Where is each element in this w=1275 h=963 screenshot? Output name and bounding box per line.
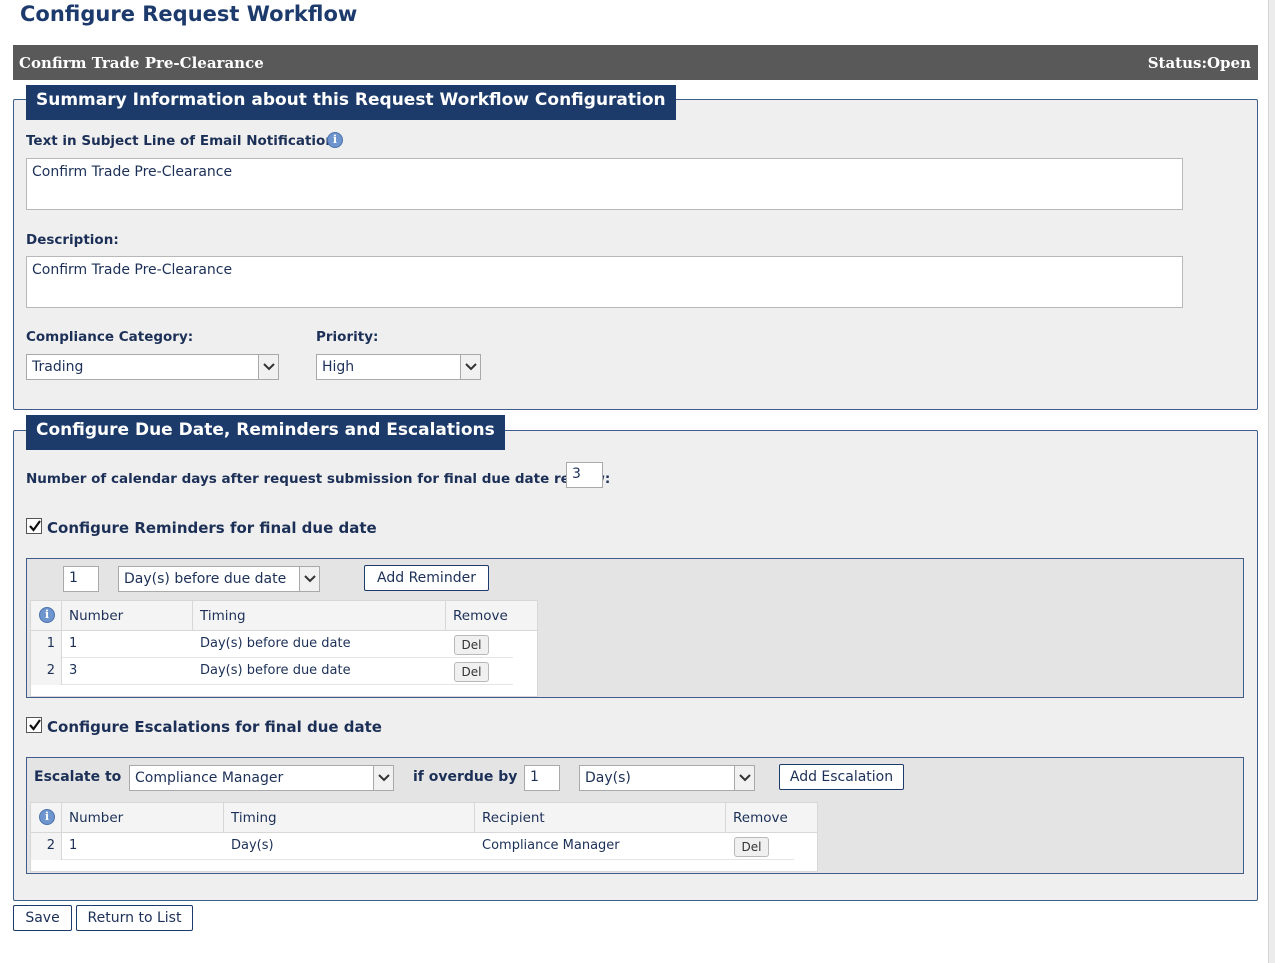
delete-reminder-button[interactable]: Del bbox=[454, 635, 489, 655]
chevron-down-icon[interactable] bbox=[734, 766, 754, 790]
table-row: 2 1 Day(s) Compliance Manager Del bbox=[31, 833, 794, 860]
chevron-down-icon[interactable] bbox=[460, 355, 480, 379]
row-index: 1 bbox=[31, 631, 62, 658]
checkmark-icon bbox=[29, 520, 41, 532]
chevron-down-icon[interactable] bbox=[299, 567, 319, 591]
table-header: i Number Timing Remove bbox=[31, 601, 537, 631]
page-title: Configure Request Workflow bbox=[20, 2, 358, 26]
escalations-label[interactable]: Configure Escalations for final due date bbox=[47, 718, 382, 736]
priority-select[interactable]: High bbox=[316, 354, 481, 380]
description-label: Description: bbox=[26, 232, 119, 248]
column-number[interactable]: Number bbox=[62, 601, 193, 631]
column-number[interactable]: Number bbox=[62, 803, 224, 833]
add-escalation-button[interactable]: Add Escalation bbox=[779, 764, 904, 790]
escalate-to-value: Compliance Manager bbox=[135, 770, 284, 786]
row-recipient: Compliance Manager bbox=[482, 838, 620, 853]
chevron-down-icon[interactable] bbox=[373, 766, 393, 790]
column-timing[interactable]: Timing bbox=[193, 601, 446, 631]
reminder-timing-value: Day(s) before due date bbox=[124, 571, 287, 587]
escalate-to-label: Escalate to bbox=[34, 769, 122, 785]
row-number: 1 bbox=[69, 636, 78, 651]
category-select[interactable]: Trading bbox=[26, 354, 279, 380]
info-icon[interactable]: i bbox=[39, 809, 55, 825]
overdue-unit-select[interactable]: Day(s) bbox=[579, 765, 755, 791]
header-info-cell: i bbox=[31, 803, 62, 833]
due-date-heading: Configure Due Date, Reminders and Escala… bbox=[26, 415, 505, 450]
due-days-label: Number of calendar days after request su… bbox=[26, 471, 611, 487]
delete-escalation-button[interactable]: Del bbox=[734, 837, 769, 857]
row-index: 2 bbox=[31, 658, 62, 685]
subject-textarea[interactable]: Confirm Trade Pre-Clearance bbox=[26, 158, 1183, 210]
subject-label: Text in Subject Line of Email Notificati… bbox=[26, 133, 341, 149]
table-row: 2 3 Day(s) before due date Del bbox=[31, 658, 513, 685]
reminders-label[interactable]: Configure Reminders for final due date bbox=[47, 519, 377, 537]
category-label: Compliance Category: bbox=[26, 329, 194, 345]
category-value: Trading bbox=[32, 359, 84, 375]
summary-heading: Summary Information about this Request W… bbox=[26, 85, 676, 120]
header-info-cell: i bbox=[31, 601, 62, 631]
workflow-name: Confirm Trade Pre-Clearance bbox=[19, 54, 264, 72]
table-row: 1 1 Day(s) before due date Del bbox=[31, 631, 513, 658]
row-timing: Day(s) before due date bbox=[200, 663, 351, 678]
column-remove[interactable]: Remove bbox=[726, 803, 817, 833]
row-index: 2 bbox=[31, 833, 62, 860]
overdue-unit-value: Day(s) bbox=[585, 770, 631, 786]
due-days-input[interactable]: 3 bbox=[566, 462, 603, 488]
row-timing: Day(s) bbox=[231, 838, 274, 853]
page-scroll-edge bbox=[1268, 0, 1275, 963]
column-remove[interactable]: Remove bbox=[446, 601, 537, 631]
escalations-checkbox[interactable] bbox=[26, 717, 42, 733]
reminder-amount-input[interactable]: 1 bbox=[63, 566, 99, 592]
reminders-checkbox[interactable] bbox=[26, 518, 42, 534]
reminders-table: i Number Timing Remove 1 1 Day(s) before… bbox=[30, 600, 538, 697]
column-recipient[interactable]: Recipient bbox=[475, 803, 726, 833]
delete-reminder-button[interactable]: Del bbox=[454, 662, 489, 682]
escalations-table: i Number Timing Recipient Remove 2 1 Day… bbox=[30, 802, 818, 872]
priority-value: High bbox=[322, 359, 355, 375]
table-header: i Number Timing Recipient Remove bbox=[31, 803, 817, 833]
description-textarea[interactable]: Confirm Trade Pre-Clearance bbox=[26, 256, 1183, 308]
return-to-list-button[interactable]: Return to List bbox=[76, 905, 193, 931]
reminder-timing-select[interactable]: Day(s) before due date bbox=[118, 566, 320, 592]
checkmark-icon bbox=[29, 719, 41, 731]
priority-label: Priority: bbox=[316, 329, 379, 345]
workflow-header-bar: Confirm Trade Pre-Clearance Status:Open bbox=[13, 45, 1258, 80]
chevron-down-icon[interactable] bbox=[258, 355, 278, 379]
row-number: 3 bbox=[69, 663, 78, 678]
add-reminder-button[interactable]: Add Reminder bbox=[364, 565, 489, 591]
row-number: 1 bbox=[69, 838, 78, 853]
column-timing[interactable]: Timing bbox=[224, 803, 475, 833]
info-icon[interactable]: i bbox=[327, 132, 343, 148]
save-button[interactable]: Save bbox=[13, 905, 72, 931]
info-icon[interactable]: i bbox=[39, 607, 55, 623]
status-badge: Status:Open bbox=[1147, 54, 1251, 72]
escalate-to-select[interactable]: Compliance Manager bbox=[129, 765, 394, 791]
overdue-amount-input[interactable]: 1 bbox=[524, 765, 560, 791]
row-timing: Day(s) before due date bbox=[200, 636, 351, 651]
overdue-label: if overdue by bbox=[413, 769, 518, 785]
